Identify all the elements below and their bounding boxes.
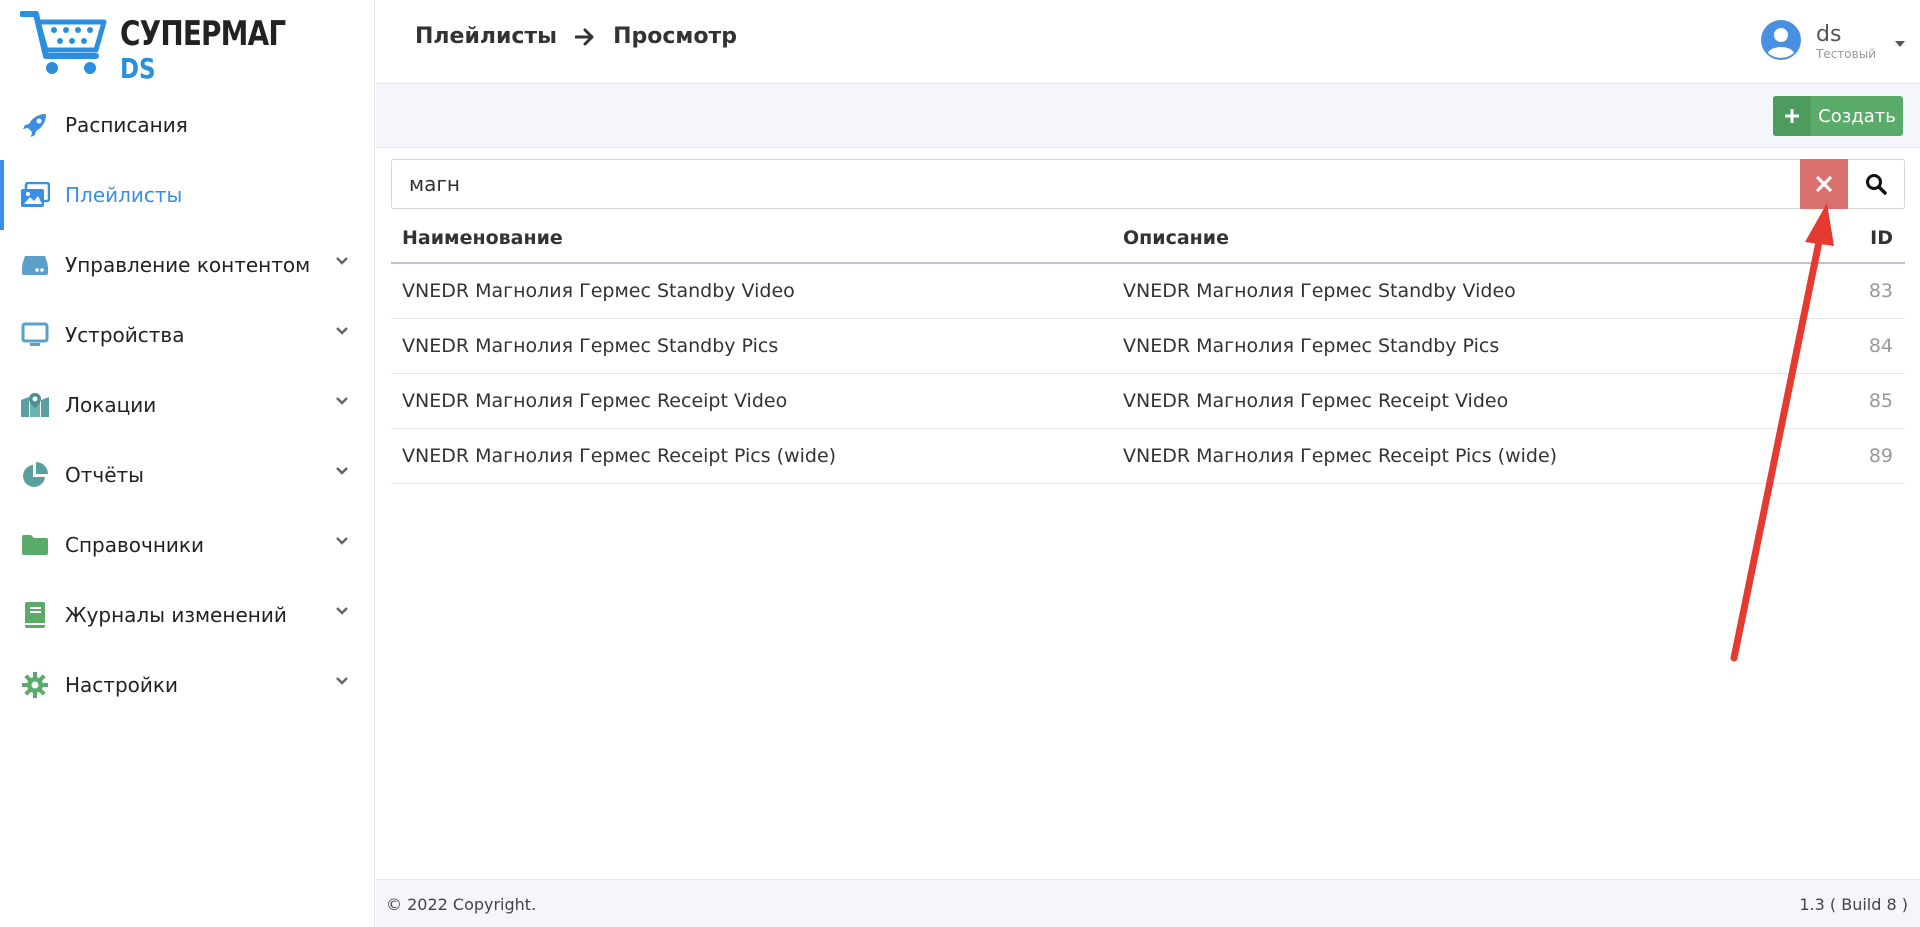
chevron-down-icon — [336, 397, 348, 405]
cell-name: VNEDR Магнолия Гермес Standby Pics — [402, 335, 779, 357]
table-row[interactable]: VNEDR Магнолия Гермес Standby Pics VNEDR… — [391, 319, 1905, 374]
sidebar-item-label: Управление контентом — [65, 253, 311, 277]
version: 1.3 ( Build 8 ) — [1799, 895, 1908, 914]
cell-name: VNEDR Магнолия Гермес Standby Video — [402, 280, 795, 302]
search-button[interactable] — [1848, 160, 1904, 208]
search-icon — [1866, 174, 1887, 195]
header: Плейлисты Просмотр ds Тестовый — [376, 0, 1920, 84]
plus-icon — [1773, 96, 1811, 136]
copyright: © 2022 Copyright. — [386, 895, 537, 914]
sidebar-item-devices[interactable]: Устройства — [0, 300, 375, 370]
sidebar-item-label: Журналы изменений — [65, 603, 287, 627]
column-header-name[interactable]: Наименование — [391, 227, 1123, 249]
sidebar: СУПЕРМАГ DS Расписания Плейлисты Управле… — [0, 0, 375, 927]
sidebar-item-label: Отчёты — [65, 463, 144, 487]
arrow-right-icon — [575, 28, 595, 46]
user-info: ds Тестовый — [1816, 22, 1876, 62]
table-row[interactable]: VNEDR Магнолия Гермес Receipt Pics (wide… — [391, 429, 1905, 484]
folder-icon — [20, 530, 50, 560]
chevron-down-icon — [336, 607, 348, 615]
logo[interactable]: СУПЕРМАГ DS — [20, 8, 320, 85]
breadcrumb-item-view: Просмотр — [613, 24, 737, 49]
breadcrumb-item-playlists[interactable]: Плейлисты — [415, 24, 557, 49]
sidebar-item-label: Настройки — [65, 673, 178, 697]
sidebar-item-label: Справочники — [65, 533, 204, 557]
sidebar-item-playlists[interactable]: Плейлисты — [0, 160, 375, 230]
sidebar-item-locations[interactable]: Локации — [0, 370, 375, 440]
chevron-down-icon — [336, 257, 348, 265]
logo-title: СУПЕРМАГ — [120, 14, 286, 54]
cell-id: 84 — [1868, 335, 1893, 357]
chevron-down-icon — [336, 327, 348, 335]
sidebar-nav: Расписания Плейлисты Управление контенто… — [0, 90, 375, 720]
toolbar: Создать — [376, 84, 1920, 148]
sidebar-item-label: Плейлисты — [65, 183, 183, 207]
close-icon — [1816, 176, 1832, 192]
cell-name: VNEDR Магнолия Гермес Receipt Video — [402, 390, 788, 412]
cart-logo-icon — [20, 11, 107, 74]
chevron-down-icon — [336, 537, 348, 545]
cell-description: VNEDR Магнолия Гермес Receipt Video — [1123, 390, 1509, 412]
cell-description: VNEDR Магнолия Гермес Standby Pics — [1123, 335, 1500, 357]
sidebar-item-settings[interactable]: Настройки — [0, 650, 375, 720]
sidebar-item-label: Расписания — [65, 113, 188, 137]
rocket-icon — [20, 110, 50, 140]
cell-description: VNEDR Магнолия Гермес Standby Video — [1123, 280, 1516, 302]
cell-id: 89 — [1868, 445, 1893, 467]
caret-down-icon[interactable] — [1894, 33, 1906, 52]
gear-icon — [20, 670, 50, 700]
table-row[interactable]: VNEDR Магнолия Гермес Standby Video VNED… — [391, 264, 1905, 319]
cell-description: VNEDR Магнолия Гермес Receipt Pics (wide… — [1123, 445, 1558, 467]
sidebar-item-label: Локации — [65, 393, 157, 417]
playlists-table: Наименование Описание ID VNEDR Магнолия … — [391, 214, 1905, 484]
breadcrumb: Плейлисты Просмотр — [415, 24, 737, 49]
cell-id: 85 — [1868, 390, 1893, 412]
user-name: ds — [1816, 22, 1842, 47]
footer: © 2022 Copyright. 1.3 ( Build 8 ) — [376, 879, 1920, 927]
search-input[interactable] — [392, 160, 1800, 208]
sidebar-item-reports[interactable]: Отчёты — [0, 440, 375, 510]
table-header: Наименование Описание ID — [391, 214, 1905, 264]
search-bar — [391, 159, 1905, 209]
sidebar-item-references[interactable]: Справочники — [0, 510, 375, 580]
user-role: Тестовый — [1816, 47, 1876, 61]
hdd-icon — [20, 250, 50, 280]
sidebar-item-changelogs[interactable]: Журналы изменений — [0, 580, 375, 650]
column-header-description[interactable]: Описание — [1123, 227, 1825, 249]
cell-name: VNEDR Магнолия Гермес Receipt Pics (wide… — [402, 445, 837, 467]
avatar — [1760, 19, 1802, 65]
book-icon — [20, 600, 50, 630]
images-icon — [20, 180, 50, 210]
logo-subtitle: DS — [120, 52, 156, 85]
sidebar-item-content[interactable]: Управление контентом — [0, 230, 375, 300]
map-icon — [20, 390, 50, 420]
column-header-id[interactable]: ID — [1825, 227, 1905, 249]
cell-id: 83 — [1868, 280, 1893, 302]
pie-chart-icon — [20, 460, 50, 490]
table-row[interactable]: VNEDR Магнолия Гермес Receipt Video VNED… — [391, 374, 1905, 429]
chevron-down-icon — [336, 677, 348, 685]
monitor-icon — [20, 320, 50, 350]
sidebar-item-label: Устройства — [65, 323, 185, 347]
user-menu[interactable]: ds Тестовый — [1760, 14, 1906, 70]
create-button-label: Создать — [1818, 105, 1896, 127]
sidebar-item-schedules[interactable]: Расписания — [0, 90, 375, 160]
create-button[interactable]: Создать — [1773, 96, 1903, 136]
chevron-down-icon — [336, 467, 348, 475]
clear-search-button[interactable] — [1800, 159, 1848, 209]
